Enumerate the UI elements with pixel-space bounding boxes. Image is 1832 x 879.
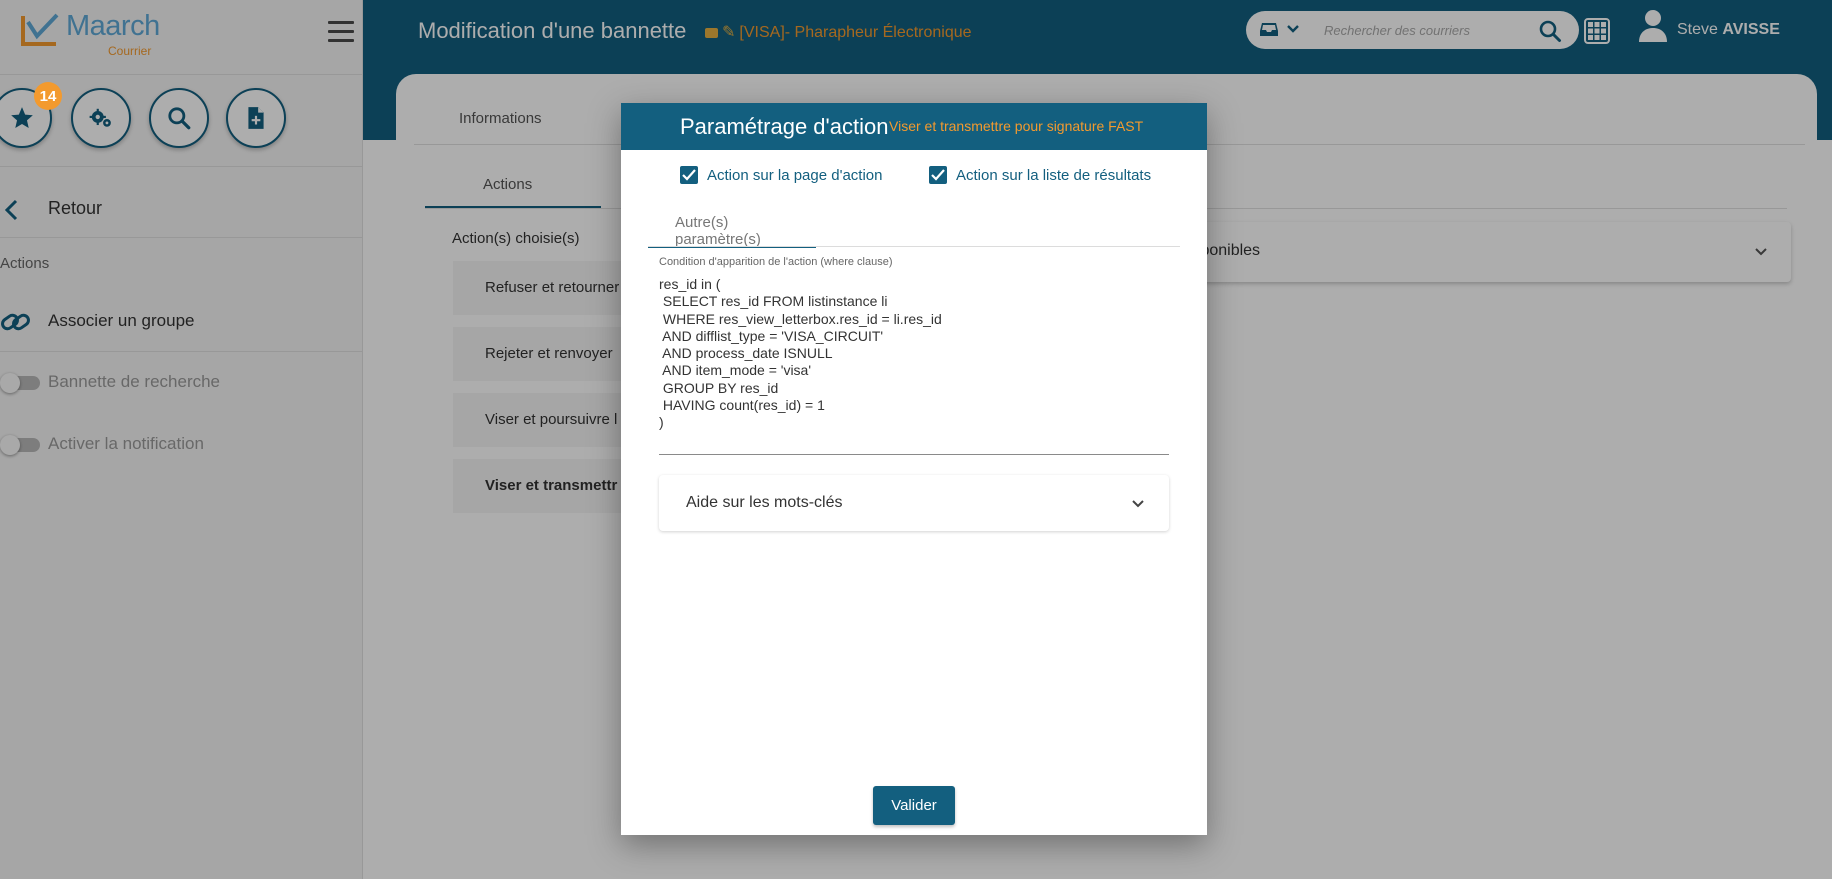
- checkbox-label: Action sur la page d'action: [707, 167, 883, 184]
- checkbox-checked-icon[interactable]: [680, 166, 698, 184]
- dialog-title: Paramétrage d'action: [680, 114, 889, 139]
- validate-button[interactable]: Valider: [873, 786, 955, 825]
- dialog-tabs-divider: [648, 246, 1180, 247]
- keywords-help-expander[interactable]: Aide sur les mots-clés: [659, 475, 1169, 531]
- checkbox-checked-icon[interactable]: [929, 166, 947, 184]
- chevron-down-icon: [1132, 500, 1144, 508]
- condition-field-underline: [659, 454, 1169, 455]
- dialog-header: Paramétrage d'action Viser et transmettr…: [621, 103, 1207, 150]
- condition-field-label: Condition d'apparition de l'action (wher…: [659, 256, 893, 268]
- condition-where-clause-input[interactable]: res_id in ( SELECT res_id FROM listinsta…: [659, 276, 1169, 436]
- action-settings-dialog: Paramétrage d'action Viser et transmettr…: [621, 103, 1207, 835]
- dialog-subtitle: Viser et transmettre pour signature FAST: [889, 118, 1144, 134]
- tab-other-params-label: Autre(s) paramètre(s): [675, 214, 761, 248]
- checkbox-label: Action sur la liste de résultats: [956, 167, 1152, 184]
- keywords-help-label: Aide sur les mots-clés: [686, 494, 843, 511]
- favorites-count-badge: 14: [34, 82, 62, 110]
- tab-other-params[interactable]: Autre(s) paramètre(s): [648, 200, 816, 248]
